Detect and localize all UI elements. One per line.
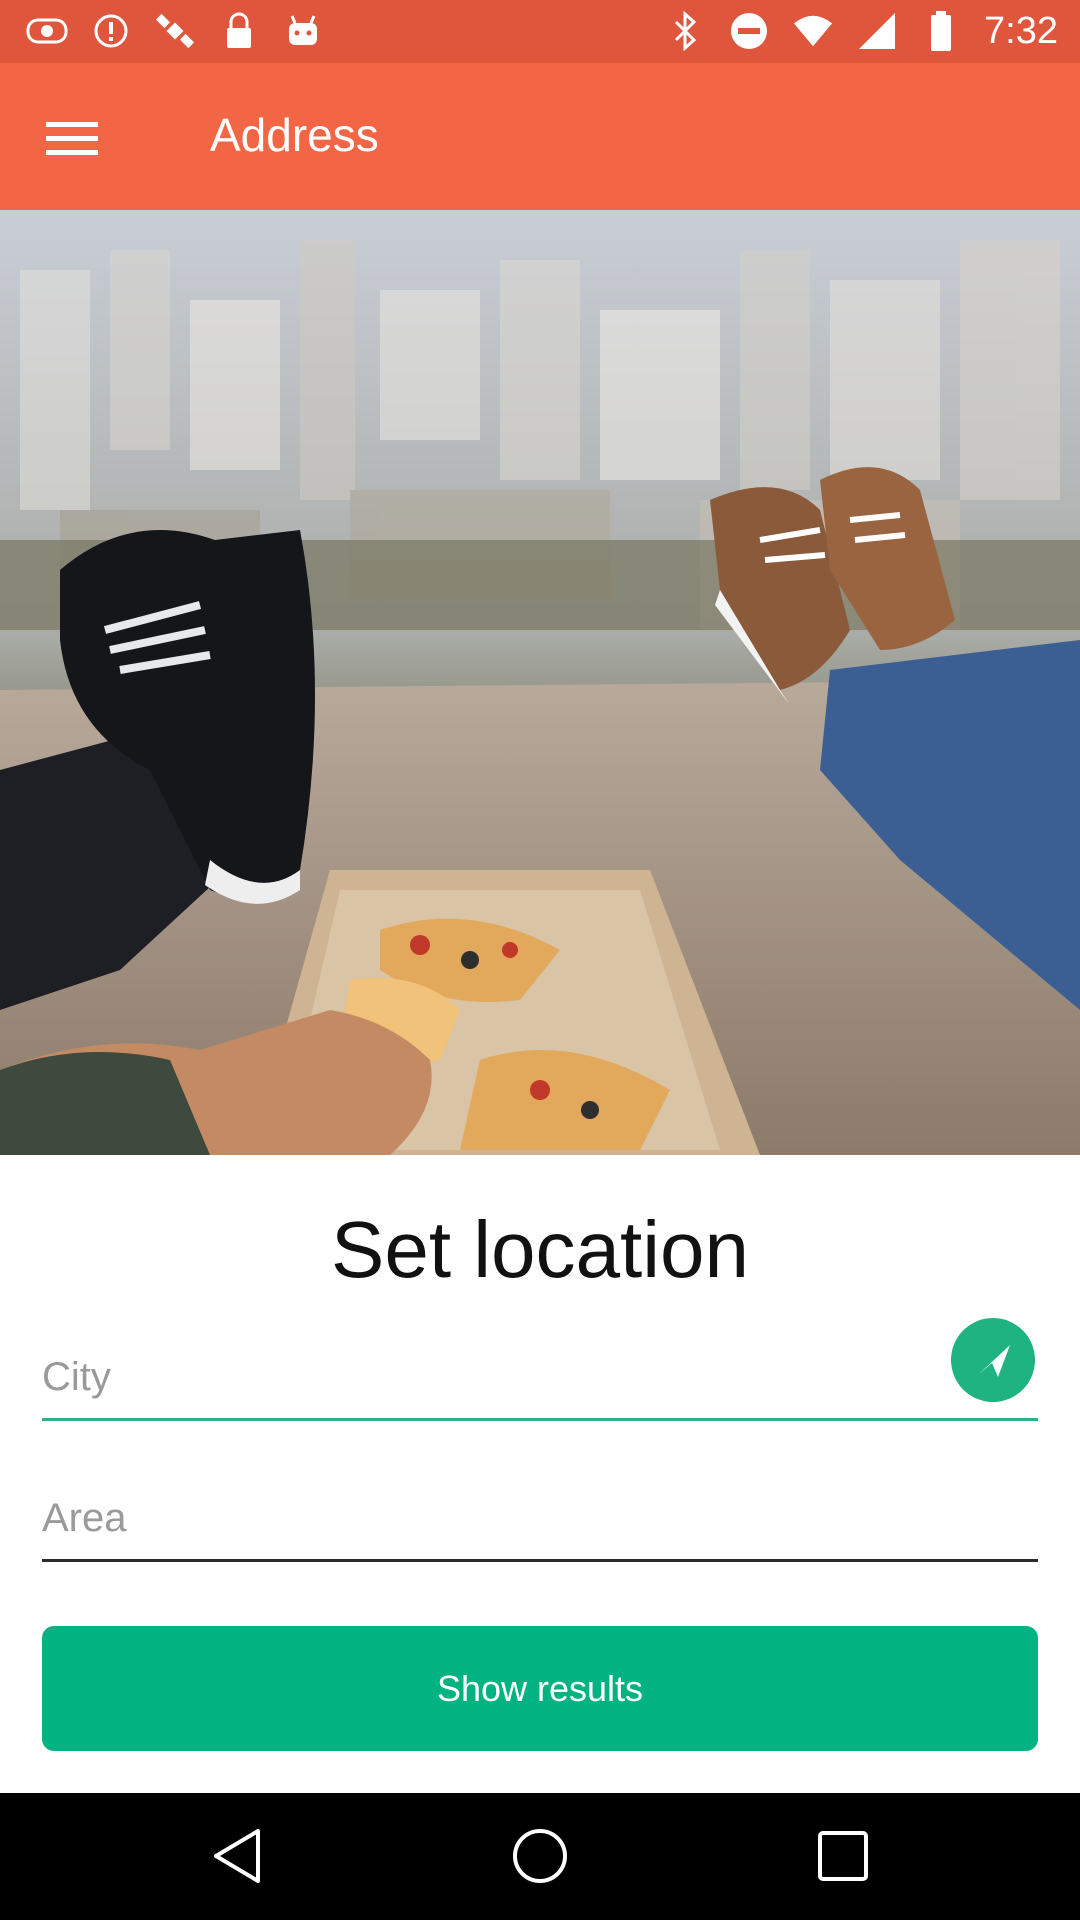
hamburger-menu-icon[interactable] <box>32 103 112 173</box>
status-right-icons: 7:32 <box>664 8 1058 54</box>
satellite-icon <box>154 10 196 52</box>
battery-icon <box>920 10 962 52</box>
system-nav-bar <box>0 1793 1080 1920</box>
back-icon[interactable] <box>202 1821 272 1891</box>
status-time: 7:32 <box>984 10 1058 52</box>
locate-me-button[interactable] <box>951 1318 1035 1402</box>
home-icon[interactable] <box>505 1821 575 1891</box>
show-results-button[interactable]: Show results <box>42 1626 1038 1751</box>
city-input[interactable] <box>42 1342 902 1412</box>
show-results-label: Show results <box>436 1667 644 1709</box>
area-field <box>42 1466 1038 1562</box>
status-left-icons <box>26 10 324 52</box>
city-field <box>42 1325 1038 1421</box>
app-notification-icon <box>26 10 68 52</box>
android-icon <box>282 10 324 52</box>
hero-image <box>0 210 1080 1155</box>
set-location-heading: Set location <box>330 1205 750 1294</box>
area-input[interactable] <box>42 1483 902 1553</box>
compass-navigation-icon <box>978 1345 1010 1377</box>
page-title: Address <box>210 109 379 161</box>
recents-icon[interactable] <box>808 1821 878 1891</box>
wifi-icon <box>792 10 834 52</box>
bluetooth-icon <box>664 10 706 52</box>
do-not-disturb-icon <box>728 10 770 52</box>
app-bar: Address <box>0 63 1080 210</box>
signal-icon <box>856 10 898 52</box>
status-bar: 7:32 <box>0 0 1080 63</box>
lock-icon <box>218 10 260 52</box>
alert-icon <box>90 10 132 52</box>
